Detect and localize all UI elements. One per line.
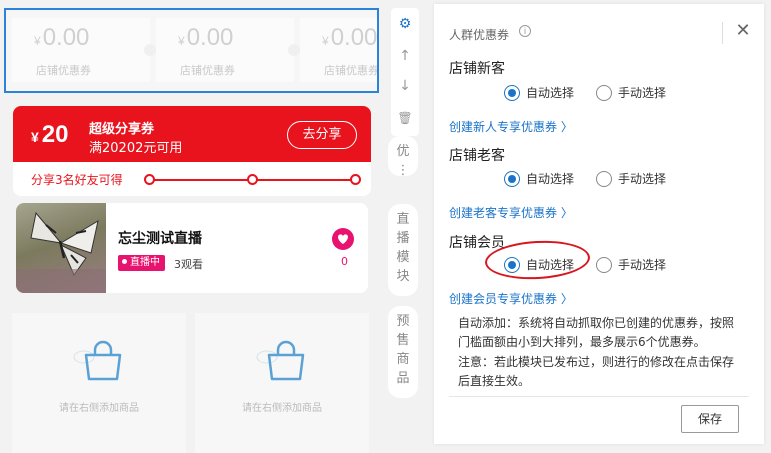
share-progress-dot xyxy=(247,174,258,185)
share-button[interactable]: 去分享 xyxy=(287,121,357,149)
save-button[interactable]: 保存 xyxy=(681,405,739,433)
coupon-notch xyxy=(288,44,300,56)
radio-auto-select[interactable]: 自动选择 xyxy=(504,256,574,274)
coupon-strip-module[interactable]: ¥0.00 店铺优惠券 ¥0.00 店铺优惠券 ¥0.00 店铺优惠券 xyxy=(4,8,379,93)
create-member-coupon-link[interactable]: 创建会员专享优惠券 〉 xyxy=(449,290,573,307)
radio-manual-select[interactable]: 手动选择 xyxy=(596,84,666,102)
share-coupon-card[interactable]: ¥20 超级分享券 满20202元可用 去分享 分享3名好友可得 xyxy=(13,106,371,196)
radio-manual-select[interactable]: 手动选择 xyxy=(596,170,666,188)
radio-manual-select[interactable]: 手动选择 xyxy=(596,256,666,274)
share-coupon-condition: 满20202元可用 xyxy=(89,141,183,156)
module-tool-rail: ⚙ ↑ ↓ 🗑 xyxy=(391,8,419,136)
coupon-amount: ¥0.00 xyxy=(34,24,90,51)
create-old-customer-coupon-link[interactable]: 创建老客专享优惠券 〉 xyxy=(449,204,573,221)
share-coupon-amount: ¥20 xyxy=(31,121,69,148)
add-goods-hint: 请在右侧添加商品 xyxy=(242,403,322,414)
live-stream-card[interactable]: 忘尘测试直播 直播中 3观看 0 xyxy=(16,203,368,293)
share-progress-text: 分享3名好友可得 xyxy=(31,173,123,187)
add-goods-hint: 请在右侧添加商品 xyxy=(59,403,139,414)
coupon-label: 店铺优惠券 xyxy=(324,64,379,77)
settings-panel: 人群优惠券 i ✕ 店铺新客 自动选择 手动选择 创建新人专享优惠券 〉 店铺老… xyxy=(434,4,764,444)
coupon-label: 店铺优惠券 xyxy=(180,64,235,77)
share-progress: 分享3名好友可得 xyxy=(13,162,371,196)
group-title-old-customer: 店铺老客 xyxy=(449,148,505,164)
live-dot xyxy=(122,258,127,264)
group-title-new-customer: 店铺新客 xyxy=(449,61,505,77)
delete-trash-icon[interactable]: 🗑 xyxy=(391,104,419,132)
heart-glyph xyxy=(338,234,348,244)
radio-circle xyxy=(504,85,520,101)
empty-goods-slot[interactable]: 请在右侧添加商品 xyxy=(195,313,369,453)
coupon-card[interactable]: ¥0.00 店铺优惠券 xyxy=(12,18,156,82)
like-count: 0 xyxy=(341,255,348,268)
share-coupon-title: 超级分享券 xyxy=(89,122,155,137)
tab-coupon-module[interactable]: 优 ⋮ xyxy=(388,136,418,178)
radio-circle xyxy=(596,171,612,187)
empty-goods-slot[interactable]: 请在右侧添加商品 xyxy=(12,313,186,453)
footer-divider xyxy=(449,396,749,397)
butterfly-icon xyxy=(16,211,106,293)
header-divider xyxy=(722,22,723,44)
tab-live-module[interactable]: 直 播 模 块 xyxy=(388,204,418,296)
live-thumbnail xyxy=(16,203,106,293)
coupon-amount: ¥0.00 xyxy=(178,24,234,51)
live-status-badge: 直播中 xyxy=(118,255,165,271)
share-progress-dot xyxy=(144,174,155,185)
share-progress-dot xyxy=(350,174,361,185)
info-icon[interactable]: i xyxy=(519,25,531,37)
panel-header: 人群优惠券 i ✕ xyxy=(434,4,764,54)
shopping-bag-icon xyxy=(256,340,305,381)
live-title: 忘尘测试直播 xyxy=(118,231,202,247)
move-up-icon[interactable]: ↑ xyxy=(391,42,419,70)
auto-add-note: 自动添加：系统将自动抓取你已创建的优惠券，按照门槛面额由小到大排列，最多展示6个… xyxy=(458,316,735,349)
heart-icon[interactable] xyxy=(332,228,354,250)
coupon-card[interactable]: ¥0.00 店铺优惠券 xyxy=(156,18,300,82)
radio-circle xyxy=(596,257,612,273)
tab-presale-goods[interactable]: 预 售 商 品 xyxy=(388,306,418,398)
coupon-card[interactable]: ¥0.00 店铺优惠券 xyxy=(300,18,379,82)
share-coupon-header: ¥20 超级分享券 满20202元可用 去分享 xyxy=(13,106,371,162)
create-new-customer-coupon-link[interactable]: 创建新人专享优惠券 〉 xyxy=(449,118,573,135)
move-down-icon[interactable]: ↓ xyxy=(391,72,419,100)
coupon-amount: ¥0.00 xyxy=(322,24,378,51)
radio-auto-select[interactable]: 自动选择 xyxy=(504,84,574,102)
close-icon[interactable]: ✕ xyxy=(734,22,752,40)
page-preview: ¥0.00 店铺优惠券 ¥0.00 店铺优惠券 ¥0.00 店铺优惠券 ¥20 … xyxy=(0,0,380,453)
settings-gear-icon[interactable]: ⚙ xyxy=(391,10,419,38)
publish-warning-note: 注意：若此模块已发布过，则进行的修改在点击保存后直接生效。 xyxy=(458,355,735,388)
live-viewer-count: 3观看 xyxy=(174,258,203,271)
shopping-bag-icon xyxy=(73,340,122,381)
radio-circle xyxy=(504,171,520,187)
coupon-label: 店铺优惠券 xyxy=(36,64,91,77)
panel-title: 人群优惠券 xyxy=(449,28,510,42)
radio-auto-select[interactable]: 自动选择 xyxy=(504,170,574,188)
radio-circle xyxy=(596,85,612,101)
radio-circle xyxy=(504,257,520,273)
coupon-notch xyxy=(144,44,156,56)
